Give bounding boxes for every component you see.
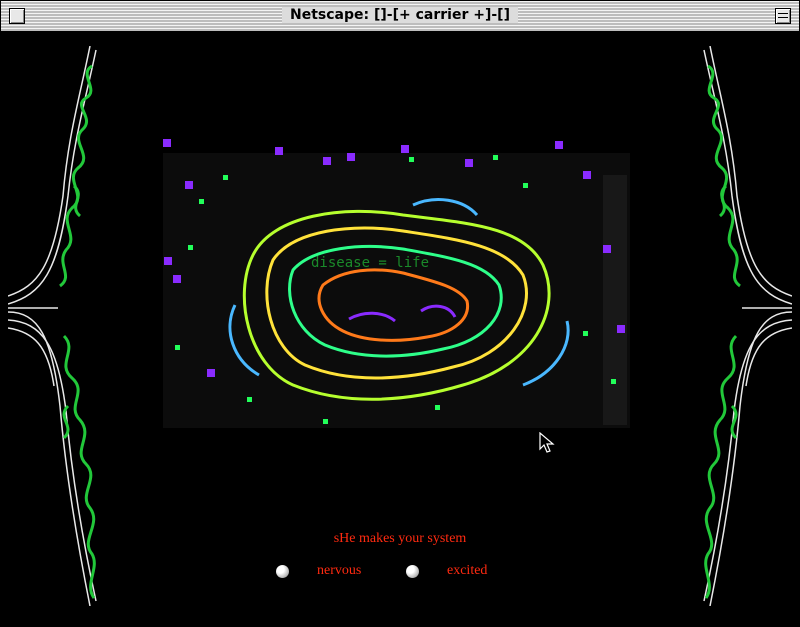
browser-window: Netscape: []-[+ carrier +]-[] disease = … <box>0 0 800 627</box>
artwork-side-bar <box>603 175 627 425</box>
sphere-bullet-icon[interactable] <box>276 564 289 578</box>
sphere-bullet-icon[interactable] <box>406 564 419 578</box>
right-vine-decoration <box>703 46 792 606</box>
choice-excited-label[interactable]: excited <box>447 563 487 579</box>
caption-text: sHe makes your system <box>333 531 467 546</box>
carrier-artwork-image[interactable]: disease = life <box>163 135 638 435</box>
artwork-dark-panel <box>163 153 630 428</box>
mouse-pointer-icon <box>539 432 555 453</box>
artwork-overlay-text: disease = life <box>311 255 429 271</box>
title-bar[interactable]: Netscape: []-[+ carrier +]-[] <box>1 1 799 32</box>
choice-excited-link[interactable]: excited <box>406 562 487 580</box>
left-vine-green-leaves <box>58 64 96 599</box>
right-vine-green-leaves <box>704 64 742 599</box>
choice-nervous-link[interactable]: nervous <box>276 562 361 580</box>
window-title-text: Netscape: []-[+ carrier +]-[] <box>282 7 518 23</box>
windowshade-box-icon[interactable] <box>775 8 791 24</box>
choice-nervous-label[interactable]: nervous <box>317 563 361 579</box>
left-vine-decoration <box>8 46 97 606</box>
window-title: Netscape: []-[+ carrier +]-[] <box>1 7 799 23</box>
page-content: disease = life sHe makes your system ner… <box>8 32 792 622</box>
